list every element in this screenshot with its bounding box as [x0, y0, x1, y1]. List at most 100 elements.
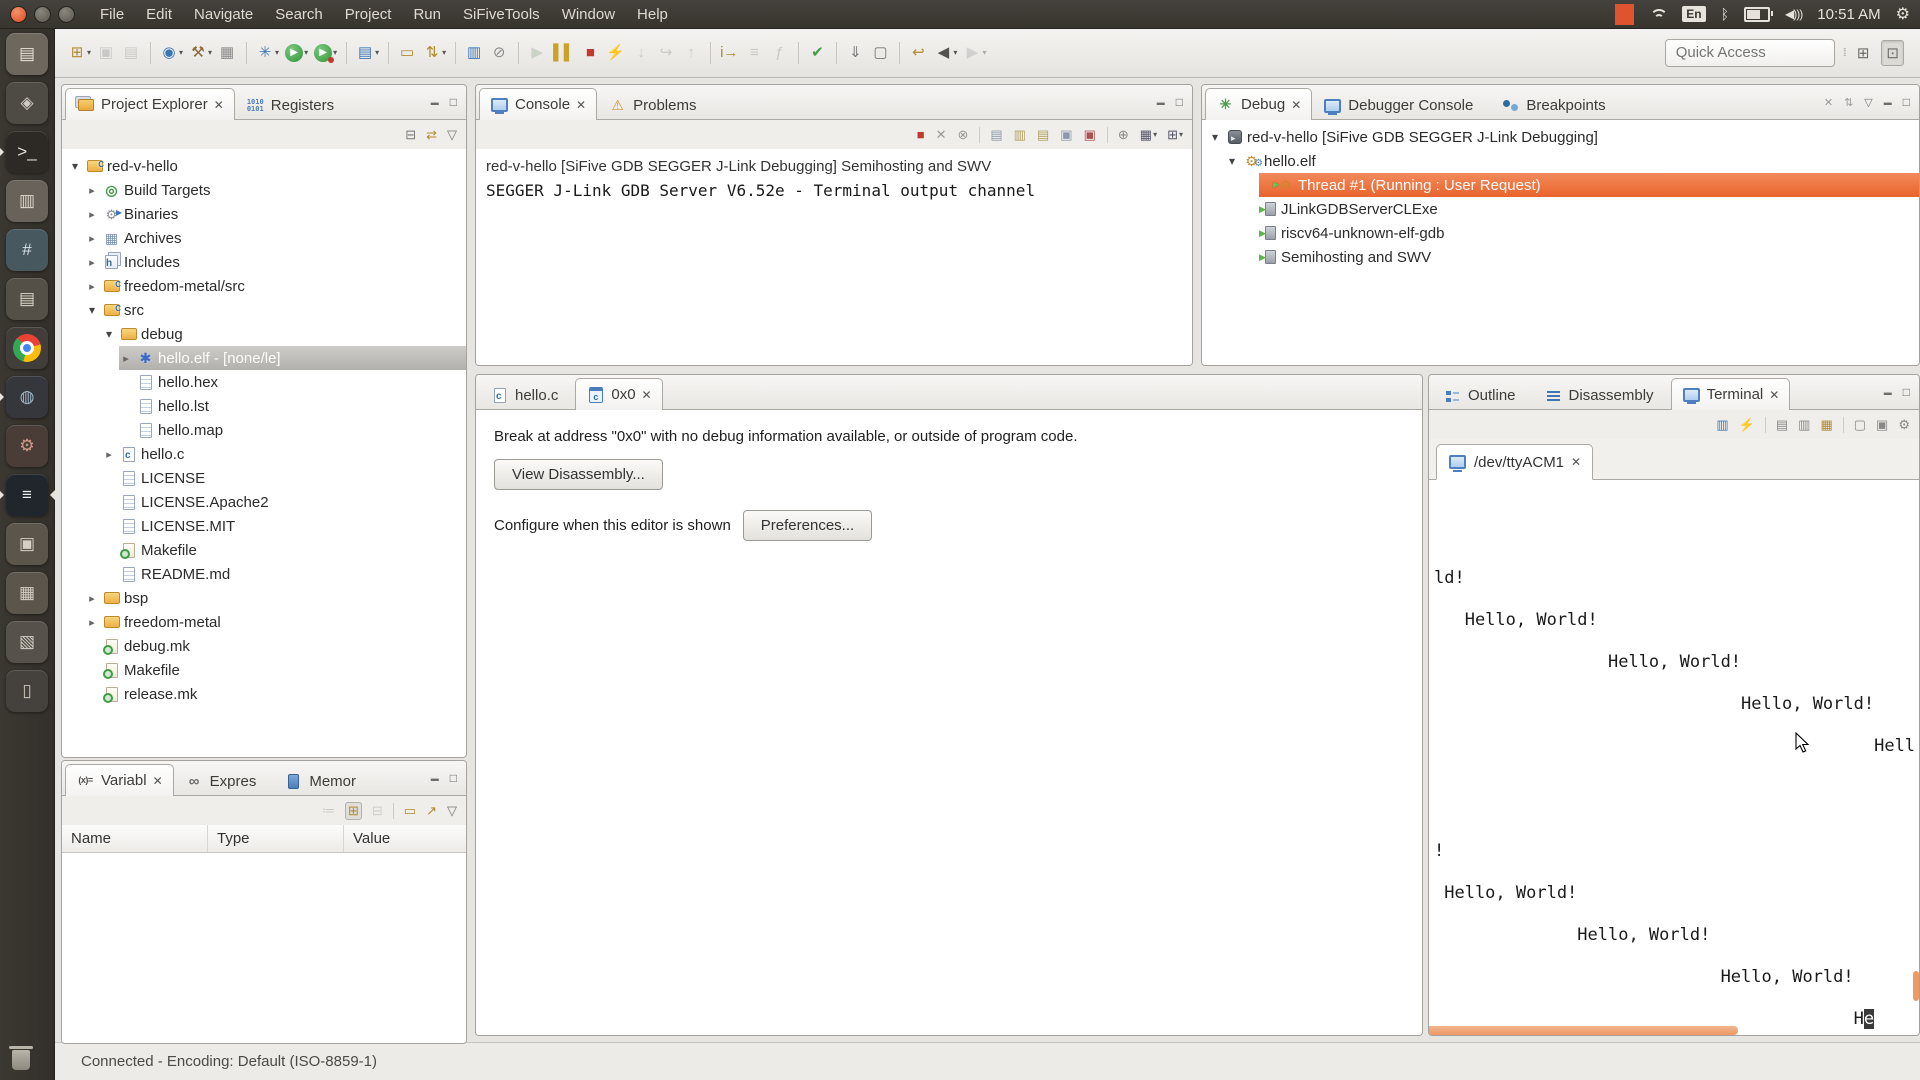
expander-icon[interactable]: [85, 232, 99, 245]
expander-icon[interactable]: [85, 280, 99, 293]
minimize-view-icon[interactable]: ▬: [1157, 98, 1165, 107]
maximize-view-icon[interactable]: □: [1903, 95, 1910, 109]
menu-item[interactable]: File: [89, 0, 135, 28]
tree-row[interactable]: freedom-metal/src: [85, 274, 466, 298]
column-name[interactable]: Name: [62, 825, 208, 852]
view-toolbar-icon: ⊕: [1118, 128, 1129, 142]
doc-icon: [136, 374, 155, 391]
expander-icon[interactable]: [85, 184, 99, 197]
tree-row[interactable]: hello.elf - [none/le]: [119, 346, 466, 370]
tree-row[interactable]: src: [85, 298, 466, 322]
menu-item[interactable]: Help: [626, 0, 679, 28]
menu-item[interactable]: Edit: [135, 0, 183, 28]
tree-row[interactable]: bsp: [85, 586, 466, 610]
vertical-scrollbar-thumb[interactable]: [1913, 971, 1919, 1001]
debug-tree-row[interactable]: Thread #1 (Running : User Request): [1259, 173, 1919, 197]
keyboard-layout-indicator[interactable]: En: [1682, 6, 1705, 22]
tree-row[interactable]: hello.map: [119, 418, 466, 442]
wifi-icon[interactable]: [1649, 8, 1667, 21]
minimize-view-icon[interactable]: ▬: [431, 774, 439, 783]
menu-item[interactable]: Project: [334, 0, 403, 28]
toolbar-icon: ▥: [465, 44, 483, 62]
preferences-button[interactable]: Preferences...: [743, 510, 872, 541]
tree-row[interactable]: Includes: [85, 250, 466, 274]
bluetooth-icon[interactable]: ᛒ: [1721, 6, 1729, 22]
tab-close-icon[interactable]: ✕: [1291, 98, 1301, 112]
maximize-window-icon[interactable]: [58, 6, 75, 23]
tree-row[interactable]: Makefile: [102, 538, 466, 562]
expander-icon[interactable]: [102, 327, 116, 341]
expander-icon[interactable]: [1208, 130, 1222, 144]
session-gear-icon[interactable]: ⚙: [1896, 4, 1910, 24]
maximize-view-icon[interactable]: □: [1176, 95, 1183, 109]
minimize-window-icon[interactable]: [34, 6, 51, 23]
debug-tree-row[interactable]: red-v-hello [SiFive GDB SEGGER J-Link De…: [1208, 125, 1919, 149]
tree-row[interactable]: debug: [102, 322, 466, 346]
view-toolbar-icon: ▭: [404, 804, 416, 818]
expander-icon[interactable]: [1225, 154, 1239, 168]
quick-access-input[interactable]: [1665, 39, 1835, 67]
tree-row[interactable]: red-v-hello: [68, 154, 466, 178]
minimize-view-icon[interactable]: ▬: [431, 98, 439, 107]
menu-item[interactable]: Run: [402, 0, 452, 28]
expander-icon[interactable]: [85, 592, 99, 605]
tree-row[interactable]: LICENSE: [102, 466, 466, 490]
tree-row[interactable]: README.md: [102, 562, 466, 586]
expander-icon[interactable]: [85, 616, 99, 629]
expander-icon[interactable]: [85, 208, 99, 221]
debug-tree-row[interactable]: riscv64-unknown-elf-gdb: [1242, 221, 1919, 245]
maximize-view-icon[interactable]: □: [450, 771, 457, 785]
tab-close-icon[interactable]: ✕: [576, 98, 586, 112]
tab-close-icon[interactable]: ✕: [642, 388, 652, 402]
view-disassembly-button[interactable]: View Disassembly...: [494, 459, 663, 490]
tree-row[interactable]: Binaries: [85, 202, 466, 226]
trash-icon[interactable]: [12, 1050, 30, 1070]
tree-row[interactable]: Makefile: [85, 658, 466, 682]
tree-row[interactable]: LICENSE.MIT: [102, 514, 466, 538]
project-explorer-tabbar: Project Explorer ✕ Registers ▬ □: [62, 85, 466, 120]
column-type[interactable]: Type: [208, 825, 344, 852]
minimize-view-icon[interactable]: ▬: [1884, 388, 1892, 397]
minimize-view-icon[interactable]: ▬: [1884, 98, 1892, 107]
tree-row[interactable]: Build Targets: [85, 178, 466, 202]
tree-row[interactable]: hello.c: [102, 442, 466, 466]
tree-row[interactable]: release.mk: [85, 682, 466, 706]
expander-icon[interactable]: [85, 256, 99, 269]
debug-tree-row[interactable]: Semihosting and SWV: [1242, 245, 1919, 269]
expander-icon[interactable]: [68, 159, 82, 173]
menu-item[interactable]: SiFiveTools: [452, 0, 551, 28]
maximize-view-icon[interactable]: □: [1903, 385, 1910, 399]
tab-close-icon[interactable]: ✕: [1769, 388, 1779, 402]
maximize-view-icon[interactable]: □: [450, 95, 457, 109]
column-value[interactable]: Value: [344, 825, 466, 852]
expander-icon[interactable]: [102, 448, 116, 461]
expander-icon[interactable]: [119, 352, 133, 365]
battery-icon[interactable]: [1744, 7, 1770, 22]
tree-row[interactable]: LICENSE.Apache2: [102, 490, 466, 514]
session-tab-ttyacm1[interactable]: /dev/ttyACM1 ✕: [1436, 444, 1593, 480]
debug-tree-row[interactable]: JLinkGDBServerCLExe: [1242, 197, 1919, 221]
menu-item[interactable]: Search: [264, 0, 334, 28]
tab-close-icon[interactable]: ✕: [214, 98, 224, 112]
horizontal-scrollbar-thumb[interactable]: [1429, 1026, 1738, 1035]
open-perspective-icon[interactable]: ⊞: [1853, 41, 1874, 65]
tree-row[interactable]: debug.mk: [85, 634, 466, 658]
console-panel: Console ✕ Problems ▬ □ ■ ✕ ⊗ ▤: [475, 84, 1193, 366]
tree-row[interactable]: freedom-metal: [85, 610, 466, 634]
debug-tree-row[interactable]: hello.elf: [1225, 149, 1919, 173]
tree-row[interactable]: Archives: [85, 226, 466, 250]
tab-close-icon[interactable]: ✕: [1571, 455, 1581, 469]
indicator-square-icon[interactable]: [1615, 4, 1634, 25]
volume-icon[interactable]: ◀))): [1785, 7, 1802, 21]
menu-item[interactable]: Navigate: [183, 0, 264, 28]
terminal-output-area[interactable]: ld! Hello, World! Hello, World! Hello, W…: [1429, 480, 1919, 1035]
tree-row[interactable]: hello.hex: [119, 370, 466, 394]
close-window-icon[interactable]: [10, 6, 27, 23]
clock[interactable]: 10:51 AM: [1817, 6, 1880, 23]
tree-row[interactable]: hello.lst: [119, 394, 466, 418]
cwindow-icon: [586, 386, 605, 403]
debug-perspective-icon[interactable]: ⊡: [1881, 40, 1904, 66]
expander-icon[interactable]: [85, 303, 99, 317]
menu-item[interactable]: Window: [551, 0, 626, 28]
tab-close-icon[interactable]: ✕: [153, 774, 163, 788]
